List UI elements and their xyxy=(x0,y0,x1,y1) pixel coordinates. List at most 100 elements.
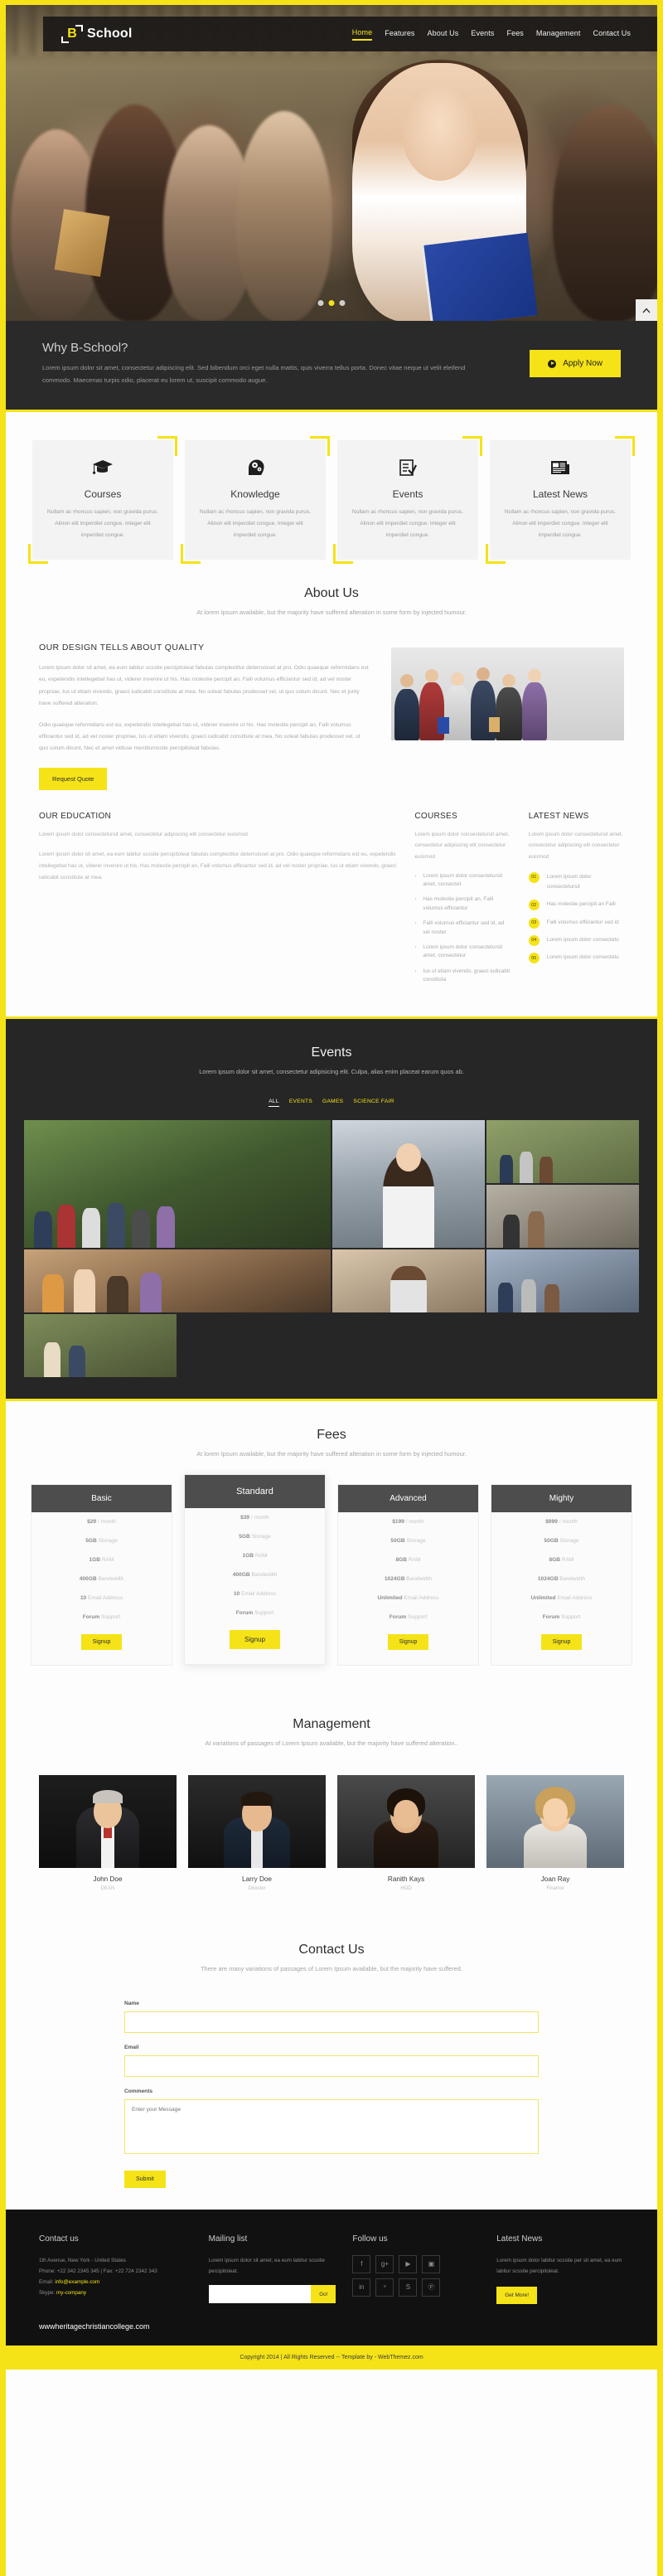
event-thumbnail[interactable] xyxy=(486,1184,639,1248)
slider-pagination xyxy=(317,300,346,306)
footer-email-value[interactable]: info@example.com xyxy=(55,2279,99,2285)
apply-now-button[interactable]: Apply Now xyxy=(530,350,621,378)
nav-item-fees[interactable]: Fees xyxy=(507,29,524,40)
plan-feature: Forum Support xyxy=(82,1613,121,1620)
scroll-up-button[interactable] xyxy=(636,299,657,321)
plan-feature: 1024GB Bandwidth xyxy=(537,1575,586,1582)
email-label: Email xyxy=(124,2044,139,2050)
plan-feature: 50GB Storage xyxy=(390,1537,426,1544)
team-member-photo xyxy=(337,1774,475,1868)
team-member-name: John Doe xyxy=(93,1875,123,1883)
feature-card-events[interactable]: Events Nullam ac rhoncus sapien, non gra… xyxy=(333,436,482,564)
signup-button-advanced[interactable]: Signup xyxy=(387,1633,429,1650)
fees-header: Fees At lorem Ipsum available, but the m… xyxy=(6,1423,657,1472)
get-more-button[interactable]: Get More! xyxy=(496,2287,538,2305)
event-thumbnail[interactable] xyxy=(332,1249,485,1312)
events-filter-games[interactable]: GAMES xyxy=(322,1099,343,1107)
signup-button-mighty[interactable]: Signup xyxy=(540,1633,583,1650)
nav-item-home[interactable]: Home xyxy=(351,28,373,41)
slider-dot-1[interactable] xyxy=(317,300,324,306)
feature-title: Latest News xyxy=(532,488,588,501)
plan-feature: 10 Email Address xyxy=(233,1590,277,1597)
team-member-name: Larry Doe xyxy=(242,1875,272,1883)
newsletter-email-input[interactable] xyxy=(208,2285,312,2304)
email-field[interactable] xyxy=(124,2054,539,2077)
newsletter-go-button[interactable]: Go! xyxy=(311,2285,336,2304)
signup-button-standard[interactable]: Signup xyxy=(230,1629,280,1649)
twitter-icon[interactable]: ᵛ xyxy=(375,2278,394,2297)
plan-price: $29 / month xyxy=(31,1512,172,1531)
plan-feature: 400GB Bandwidth xyxy=(232,1571,278,1578)
management-header: Management At variations of passages of … xyxy=(6,1712,657,1762)
request-quote-button[interactable]: Request Quote xyxy=(39,767,108,790)
nav-item-contact-us[interactable]: Contact Us xyxy=(593,29,631,40)
slider-dot-3[interactable] xyxy=(339,300,346,306)
list-item[interactable]: 04 Lorem ipsum dolor consectetu xyxy=(528,935,624,947)
events-filter-all[interactable]: ALL xyxy=(269,1099,279,1107)
google-plus-icon[interactable]: g+ xyxy=(375,2254,394,2273)
list-item[interactable]: 02 Has molestie percipit an Falli xyxy=(528,900,624,911)
feature-title: Knowledge xyxy=(230,488,280,501)
footer-address: 1th Avenue, New York - United States xyxy=(39,2257,126,2263)
list-item[interactable]: Lorem ipsum dolor consectetursit amet, c… xyxy=(414,872,510,890)
feature-card-latest-news[interactable]: Latest News Nullam ac rhoncus sapien, no… xyxy=(486,436,635,564)
youtube-icon[interactable]: ▶ xyxy=(399,2254,418,2273)
list-item[interactable]: Lorem ipsum dolor consectetursit amet, c… xyxy=(414,944,510,961)
event-thumbnail[interactable] xyxy=(24,1119,331,1248)
list-item[interactable]: 03 Falli volumus efficiantur sed id xyxy=(528,917,624,929)
fees-section: Fees At lorem Ipsum available, but the m… xyxy=(6,1400,657,1691)
footer-column-title: Contact us xyxy=(39,2234,79,2244)
event-thumbnail[interactable] xyxy=(486,1249,639,1312)
nav-item-events[interactable]: Events xyxy=(471,29,494,40)
list-item[interactable]: Ius ut etiam vivendo, graeci iudicabit c… xyxy=(414,968,510,985)
list-item[interactable]: Has molestie percipit an, Falli volumus … xyxy=(414,895,510,913)
newsletter-form: Go! xyxy=(208,2285,336,2304)
nav-item-about-us[interactable]: About Us xyxy=(428,29,459,40)
newspaper-icon xyxy=(501,455,619,480)
event-thumbnail[interactable] xyxy=(486,1119,639,1183)
team-member-role: HOD xyxy=(400,1885,412,1891)
events-filter-science-fair[interactable]: SCIENCE FAIR xyxy=(353,1099,394,1107)
slider-dot-2[interactable] xyxy=(328,300,335,306)
linkedin-icon[interactable]: in xyxy=(352,2278,371,2297)
list-item[interactable]: Falli volumus efficiantur sed id, ad vel… xyxy=(414,919,510,937)
page-title-contact: Contact Us xyxy=(298,1942,365,1957)
social-icons-grid: f g+ ▶ ▣ in ᵛ S Ⓟ xyxy=(352,2254,480,2297)
site-logo[interactable]: B School xyxy=(43,25,133,43)
plan-price: $39 / month xyxy=(185,1508,325,1527)
events-section: Events Lorem ipsum dolor sit amet, conse… xyxy=(6,1016,657,1401)
nav-item-management[interactable]: Management xyxy=(536,29,581,40)
about-text-column: OUR DESIGN TELLS ABOUT QUALITY Lorem ips… xyxy=(39,643,370,790)
team-member-john-doe: John Doe DEAN xyxy=(39,1774,177,1891)
signup-button-basic[interactable]: Signup xyxy=(80,1633,123,1650)
pricing-table-row: Basic $29 / month 5GB Storage 1GB RAM 40… xyxy=(6,1472,657,1666)
plan-price-unit: / month xyxy=(559,1518,578,1525)
event-thumbnail[interactable] xyxy=(24,1313,177,1377)
hero-main-student-face xyxy=(402,85,478,181)
submit-button[interactable]: Submit xyxy=(124,2170,166,2188)
why-text: Lorem ipsum dolor sit amet, consectetur … xyxy=(42,364,466,385)
name-field[interactable] xyxy=(124,2011,539,2033)
pinterest-icon[interactable]: Ⓟ xyxy=(422,2278,441,2297)
footer-news-column: Latest News Lorem ipsum dolor labitur sc… xyxy=(496,2234,624,2305)
list-item[interactable]: 01 Lorem ipsum dolor consectetursit xyxy=(528,871,624,893)
feature-card-courses[interactable]: Courses Nullam ac rhoncus sapien, non gr… xyxy=(28,436,177,564)
facebook-icon[interactable]: f xyxy=(352,2254,371,2273)
footer-news-text: Lorem ipsum dolor labitur scsstie per si… xyxy=(496,2257,622,2274)
footer-skype-value[interactable]: my-company xyxy=(56,2290,86,2296)
feature-card-knowledge[interactable]: Knowledge Nullam ac rhoncus sapien, non … xyxy=(181,436,330,564)
footer-column-title: Latest News xyxy=(496,2234,543,2244)
comments-field[interactable] xyxy=(124,2098,539,2154)
skype-icon[interactable]: S xyxy=(399,2278,418,2297)
event-thumbnail[interactable] xyxy=(24,1249,331,1312)
flickr-icon[interactable]: ▣ xyxy=(422,2254,441,2273)
plan-name: Mighty xyxy=(491,1484,632,1512)
list-item[interactable]: 05 Lorem ipsum dolor consectetu xyxy=(528,953,624,964)
nav-item-features[interactable]: Features xyxy=(385,29,414,40)
event-thumbnail[interactable] xyxy=(332,1119,485,1248)
plan-price-value: $39 xyxy=(240,1514,250,1521)
hero-book-secondary xyxy=(54,209,110,277)
students-group-photo xyxy=(391,647,624,740)
events-filter-events[interactable]: EVENTS xyxy=(289,1099,312,1107)
plan-price-unit: / month xyxy=(97,1518,116,1525)
